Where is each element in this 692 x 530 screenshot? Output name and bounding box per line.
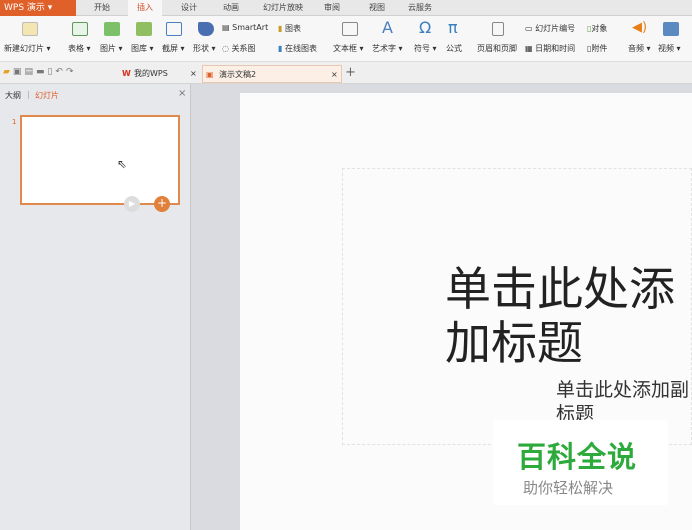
smartart-button[interactable]: ▤ SmartArt: [222, 23, 268, 32]
shape-icon: [198, 22, 214, 36]
screenshot-button[interactable]: 截屏 ▾: [162, 43, 185, 54]
gallery-icon: [136, 22, 152, 36]
header-footer-button[interactable]: 页眉和页脚: [477, 43, 517, 54]
tab-divider: |: [27, 90, 30, 99]
presentation-icon: ▣: [206, 70, 214, 79]
video-icon: [663, 22, 679, 36]
tab-outline[interactable]: 大纲: [5, 90, 21, 101]
watermark-slogan: 助你轻松解决: [523, 479, 614, 497]
attachment-button[interactable]: ▯附件: [587, 43, 607, 54]
tab-slideshow[interactable]: 幻灯片放映: [255, 0, 311, 16]
new-tab-button[interactable]: +: [345, 65, 356, 80]
wordart-button[interactable]: 艺术字 ▾: [372, 43, 403, 54]
wps-logo-icon: W: [122, 69, 131, 78]
add-slide-icon[interactable]: +: [154, 196, 170, 212]
formula-button[interactable]: 公式: [446, 43, 462, 54]
textbox-icon: [342, 22, 358, 36]
header-footer-icon: [492, 22, 504, 36]
chart-button[interactable]: ▮ 图表: [278, 23, 301, 34]
undo-icon: ↶: [55, 67, 66, 77]
omega-icon: Ω: [419, 18, 432, 37]
title-tab-bar: WPS 演示 ▾ 开始 插入 设计 动画 幻灯片放映 审阅 视图 云服务: [0, 0, 692, 16]
shape-button[interactable]: 形状 ▾: [193, 43, 216, 54]
tab-design[interactable]: 设计: [172, 0, 206, 16]
close-panel-icon[interactable]: ×: [178, 88, 186, 99]
open-icon: ▰: [3, 67, 13, 77]
tab-start[interactable]: 开始: [86, 0, 118, 16]
slides-panel: 大纲 | 幻灯片 × 1 ⇖ ▶ +: [0, 84, 191, 530]
new-slide-icon: [22, 22, 38, 36]
play-icon[interactable]: ▶: [124, 196, 140, 212]
slide-number-button[interactable]: ▭ 幻灯片编号: [525, 23, 575, 34]
relation-button[interactable]: ◌ 关系图: [222, 43, 256, 54]
watermark: 百科全说 助你轻松解决: [493, 420, 668, 505]
close-icon[interactable]: ×: [190, 65, 197, 83]
ribbon: 新建幻灯片 ▾ 表格 ▾ 图片 ▾ 图库 ▾ 截屏 ▾ 形状 ▾ ▤ Smart…: [0, 16, 692, 62]
audio-icon: ◀): [632, 20, 648, 35]
tab-insert[interactable]: 插入: [128, 0, 162, 16]
redo-icon: ↷: [65, 67, 77, 77]
slide-number: 1: [12, 118, 17, 126]
doc-tab-presentation[interactable]: ▣ 演示文稿2 ×: [202, 65, 342, 83]
chart-icon: ▮: [278, 24, 283, 33]
save-icon: ▣: [12, 67, 25, 77]
slide-thumbnail[interactable]: [20, 115, 180, 205]
picture-button[interactable]: 图片 ▾: [100, 43, 123, 54]
tab-slides[interactable]: 幻灯片: [35, 90, 59, 101]
doc-tab-my-wps[interactable]: W 我的WPS ×: [118, 65, 202, 83]
object-button[interactable]: ▯对象: [587, 23, 607, 34]
close-icon[interactable]: ×: [331, 66, 338, 84]
gallery-button[interactable]: 图库 ▾: [131, 43, 154, 54]
app-menu-button[interactable]: WPS 演示 ▾: [0, 0, 76, 16]
watermark-brand: 百科全说: [517, 440, 638, 474]
quick-access-bar: ▰▣▤▬▯↶↷ W 我的WPS × ▣ 演示文稿2 × +: [0, 62, 692, 84]
wordart-icon: A: [382, 18, 393, 37]
table-button[interactable]: 表格 ▾: [68, 43, 91, 54]
print-icon: ▬: [35, 67, 48, 77]
quick-tools[interactable]: ▰▣▤▬▯↶↷: [3, 67, 77, 77]
tab-cloud[interactable]: 云服务: [400, 0, 440, 16]
picture-icon: [104, 22, 120, 36]
tab-view[interactable]: 视图: [360, 0, 394, 16]
video-button[interactable]: 视频 ▾: [658, 43, 681, 54]
slide-title[interactable]: 单击此处添加标题: [445, 262, 692, 370]
screenshot-icon: [166, 22, 182, 36]
table-icon: [72, 22, 88, 36]
textbox-button[interactable]: 文本框 ▾: [333, 43, 364, 54]
save-as-icon: ▤: [24, 67, 36, 77]
new-slide-button[interactable]: 新建幻灯片 ▾: [4, 43, 51, 54]
tab-animation[interactable]: 动画: [214, 0, 248, 16]
audio-button[interactable]: 音频 ▾: [628, 43, 651, 54]
mouse-cursor-icon: ⇖: [117, 157, 128, 171]
datetime-button[interactable]: ▦ 日期和时间: [525, 43, 575, 54]
pi-icon: π: [448, 18, 458, 37]
online-chart-icon: ▮: [278, 44, 283, 53]
slide-subtitle[interactable]: 单击此处添加副标题: [556, 378, 692, 426]
symbol-button[interactable]: 符号 ▾: [414, 43, 437, 54]
tab-review[interactable]: 审阅: [315, 0, 349, 16]
online-chart-button[interactable]: ▮ 在线图表: [278, 43, 317, 54]
